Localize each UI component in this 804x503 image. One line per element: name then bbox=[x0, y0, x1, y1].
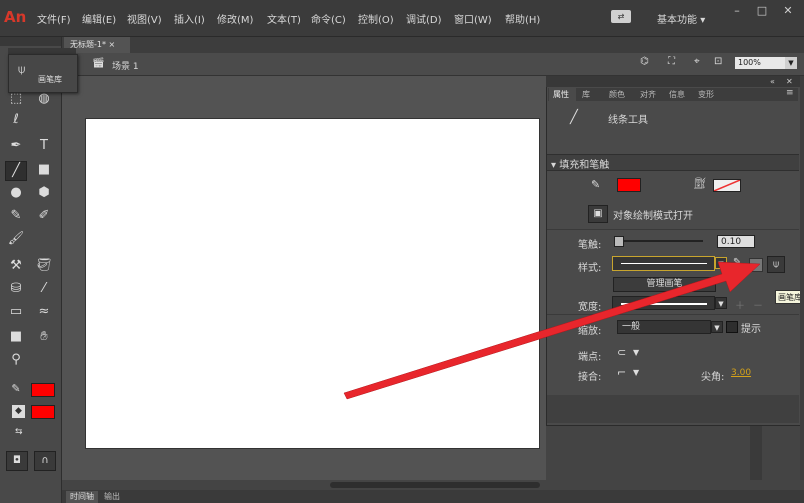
annotation-arrow bbox=[343, 261, 761, 400]
annotation-arrow-shape bbox=[343, 261, 761, 400]
